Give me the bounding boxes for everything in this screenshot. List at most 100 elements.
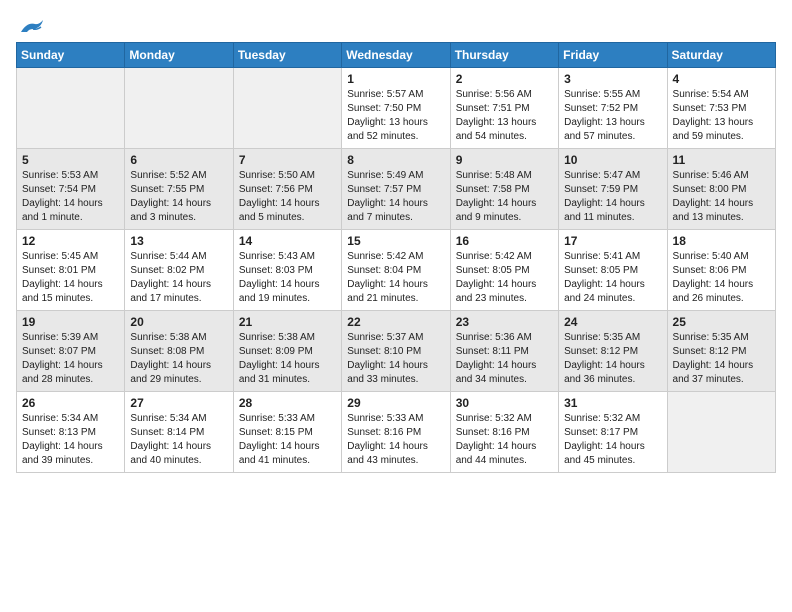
calendar-cell: 7 Sunrise: 5:50 AMSunset: 7:56 PMDaylight…	[233, 149, 341, 230]
day-info: Sunrise: 5:54 AMSunset: 7:53 PMDaylight:…	[673, 88, 770, 144]
calendar-cell: 15 Sunrise: 5:42 AMSunset: 8:04 PMDayligh…	[342, 230, 450, 311]
calendar-week-3: 12 Sunrise: 5:45 AMSunset: 8:01 PMDayligh…	[17, 230, 776, 311]
day-number: 13	[130, 234, 227, 248]
day-info: Sunrise: 5:45 AMSunset: 8:01 PMDaylight:…	[22, 250, 119, 306]
day-info: Sunrise: 5:42 AMSunset: 8:04 PMDaylight:…	[347, 250, 444, 306]
day-info: Sunrise: 5:34 AMSunset: 8:13 PMDaylight:…	[22, 412, 119, 468]
calendar-cell: 16 Sunrise: 5:42 AMSunset: 8:05 PMDayligh…	[450, 230, 558, 311]
day-number: 6	[130, 153, 227, 167]
day-number: 21	[239, 315, 336, 329]
calendar-cell: 21 Sunrise: 5:38 AMSunset: 8:09 PMDayligh…	[233, 311, 341, 392]
day-info: Sunrise: 5:56 AMSunset: 7:51 PMDaylight:…	[456, 88, 553, 144]
day-number: 7	[239, 153, 336, 167]
day-info: Sunrise: 5:42 AMSunset: 8:05 PMDaylight:…	[456, 250, 553, 306]
day-number: 5	[22, 153, 119, 167]
calendar-cell	[125, 68, 233, 149]
calendar-cell: 9 Sunrise: 5:48 AMSunset: 7:58 PMDaylight…	[450, 149, 558, 230]
day-number: 10	[564, 153, 661, 167]
calendar-cell: 12 Sunrise: 5:45 AMSunset: 8:01 PMDayligh…	[17, 230, 125, 311]
calendar-cell: 26 Sunrise: 5:34 AMSunset: 8:13 PMDayligh…	[17, 392, 125, 473]
day-info: Sunrise: 5:39 AMSunset: 8:07 PMDaylight:…	[22, 331, 119, 387]
weekday-header-wednesday: Wednesday	[342, 43, 450, 68]
day-number: 23	[456, 315, 553, 329]
calendar-cell	[17, 68, 125, 149]
calendar-table: SundayMondayTuesdayWednesdayThursdayFrid…	[16, 42, 776, 473]
calendar-cell: 14 Sunrise: 5:43 AMSunset: 8:03 PMDayligh…	[233, 230, 341, 311]
weekday-header-thursday: Thursday	[450, 43, 558, 68]
calendar-cell: 13 Sunrise: 5:44 AMSunset: 8:02 PMDayligh…	[125, 230, 233, 311]
day-number: 19	[22, 315, 119, 329]
day-info: Sunrise: 5:47 AMSunset: 7:59 PMDaylight:…	[564, 169, 661, 225]
day-number: 28	[239, 396, 336, 410]
day-info: Sunrise: 5:46 AMSunset: 8:00 PMDaylight:…	[673, 169, 770, 225]
day-number: 22	[347, 315, 444, 329]
weekday-header-row: SundayMondayTuesdayWednesdayThursdayFrid…	[17, 43, 776, 68]
day-info: Sunrise: 5:57 AMSunset: 7:50 PMDaylight:…	[347, 88, 444, 144]
day-info: Sunrise: 5:55 AMSunset: 7:52 PMDaylight:…	[564, 88, 661, 144]
calendar-cell: 6 Sunrise: 5:52 AMSunset: 7:55 PMDaylight…	[125, 149, 233, 230]
day-number: 29	[347, 396, 444, 410]
calendar-cell: 19 Sunrise: 5:39 AMSunset: 8:07 PMDayligh…	[17, 311, 125, 392]
day-info: Sunrise: 5:43 AMSunset: 8:03 PMDaylight:…	[239, 250, 336, 306]
day-info: Sunrise: 5:35 AMSunset: 8:12 PMDaylight:…	[673, 331, 770, 387]
day-number: 12	[22, 234, 119, 248]
day-number: 14	[239, 234, 336, 248]
day-number: 15	[347, 234, 444, 248]
day-number: 2	[456, 72, 553, 86]
calendar-cell: 17 Sunrise: 5:41 AMSunset: 8:05 PMDayligh…	[559, 230, 667, 311]
calendar-cell: 3 Sunrise: 5:55 AMSunset: 7:52 PMDaylight…	[559, 68, 667, 149]
calendar-cell: 22 Sunrise: 5:37 AMSunset: 8:10 PMDayligh…	[342, 311, 450, 392]
calendar-week-4: 19 Sunrise: 5:39 AMSunset: 8:07 PMDayligh…	[17, 311, 776, 392]
day-number: 25	[673, 315, 770, 329]
day-info: Sunrise: 5:33 AMSunset: 8:16 PMDaylight:…	[347, 412, 444, 468]
day-info: Sunrise: 5:50 AMSunset: 7:56 PMDaylight:…	[239, 169, 336, 225]
day-info: Sunrise: 5:44 AMSunset: 8:02 PMDaylight:…	[130, 250, 227, 306]
day-number: 1	[347, 72, 444, 86]
day-info: Sunrise: 5:32 AMSunset: 8:17 PMDaylight:…	[564, 412, 661, 468]
day-number: 16	[456, 234, 553, 248]
weekday-header-monday: Monday	[125, 43, 233, 68]
day-number: 26	[22, 396, 119, 410]
calendar-cell: 2 Sunrise: 5:56 AMSunset: 7:51 PMDaylight…	[450, 68, 558, 149]
day-number: 9	[456, 153, 553, 167]
calendar-cell: 29 Sunrise: 5:33 AMSunset: 8:16 PMDayligh…	[342, 392, 450, 473]
day-number: 20	[130, 315, 227, 329]
calendar-week-5: 26 Sunrise: 5:34 AMSunset: 8:13 PMDayligh…	[17, 392, 776, 473]
day-info: Sunrise: 5:49 AMSunset: 7:57 PMDaylight:…	[347, 169, 444, 225]
day-number: 18	[673, 234, 770, 248]
day-info: Sunrise: 5:38 AMSunset: 8:08 PMDaylight:…	[130, 331, 227, 387]
calendar-cell: 30Sunrise: 5:32 AMSunset: 8:16 PMDayligh…	[450, 392, 558, 473]
calendar-cell: 23 Sunrise: 5:36 AMSunset: 8:11 PMDayligh…	[450, 311, 558, 392]
day-number: 17	[564, 234, 661, 248]
day-info: Sunrise: 5:36 AMSunset: 8:11 PMDaylight:…	[456, 331, 553, 387]
weekday-header-sunday: Sunday	[17, 43, 125, 68]
day-info: Sunrise: 5:41 AMSunset: 8:05 PMDaylight:…	[564, 250, 661, 306]
calendar-cell: 5Sunrise: 5:53 AMSunset: 7:54 PMDaylight…	[17, 149, 125, 230]
weekday-header-tuesday: Tuesday	[233, 43, 341, 68]
day-number: 3	[564, 72, 661, 86]
day-info: Sunrise: 5:37 AMSunset: 8:10 PMDaylight:…	[347, 331, 444, 387]
logo-bird-icon	[19, 18, 47, 36]
day-number: 24	[564, 315, 661, 329]
calendar-cell: 24 Sunrise: 5:35 AMSunset: 8:12 PMDayligh…	[559, 311, 667, 392]
calendar-cell: 10 Sunrise: 5:47 AMSunset: 7:59 PMDayligh…	[559, 149, 667, 230]
calendar-cell: 31 Sunrise: 5:32 AMSunset: 8:17 PMDayligh…	[559, 392, 667, 473]
weekday-header-saturday: Saturday	[667, 43, 775, 68]
calendar-cell: 28Sunrise: 5:33 AMSunset: 8:15 PMDayligh…	[233, 392, 341, 473]
calendar-cell	[233, 68, 341, 149]
day-info: Sunrise: 5:35 AMSunset: 8:12 PMDaylight:…	[564, 331, 661, 387]
calendar-cell: 4 Sunrise: 5:54 AMSunset: 7:53 PMDaylight…	[667, 68, 775, 149]
calendar-cell: 18Sunrise: 5:40 AMSunset: 8:06 PMDayligh…	[667, 230, 775, 311]
day-info: Sunrise: 5:38 AMSunset: 8:09 PMDaylight:…	[239, 331, 336, 387]
calendar-cell: 8Sunrise: 5:49 AMSunset: 7:57 PMDaylight…	[342, 149, 450, 230]
calendar-cell: 11 Sunrise: 5:46 AMSunset: 8:00 PMDayligh…	[667, 149, 775, 230]
calendar-week-2: 5Sunrise: 5:53 AMSunset: 7:54 PMDaylight…	[17, 149, 776, 230]
day-number: 31	[564, 396, 661, 410]
weekday-header-friday: Friday	[559, 43, 667, 68]
day-number: 4	[673, 72, 770, 86]
day-info: Sunrise: 5:48 AMSunset: 7:58 PMDaylight:…	[456, 169, 553, 225]
day-number: 11	[673, 153, 770, 167]
calendar-cell: 25 Sunrise: 5:35 AMSunset: 8:12 PMDayligh…	[667, 311, 775, 392]
day-info: Sunrise: 5:52 AMSunset: 7:55 PMDaylight:…	[130, 169, 227, 225]
day-number: 30	[456, 396, 553, 410]
